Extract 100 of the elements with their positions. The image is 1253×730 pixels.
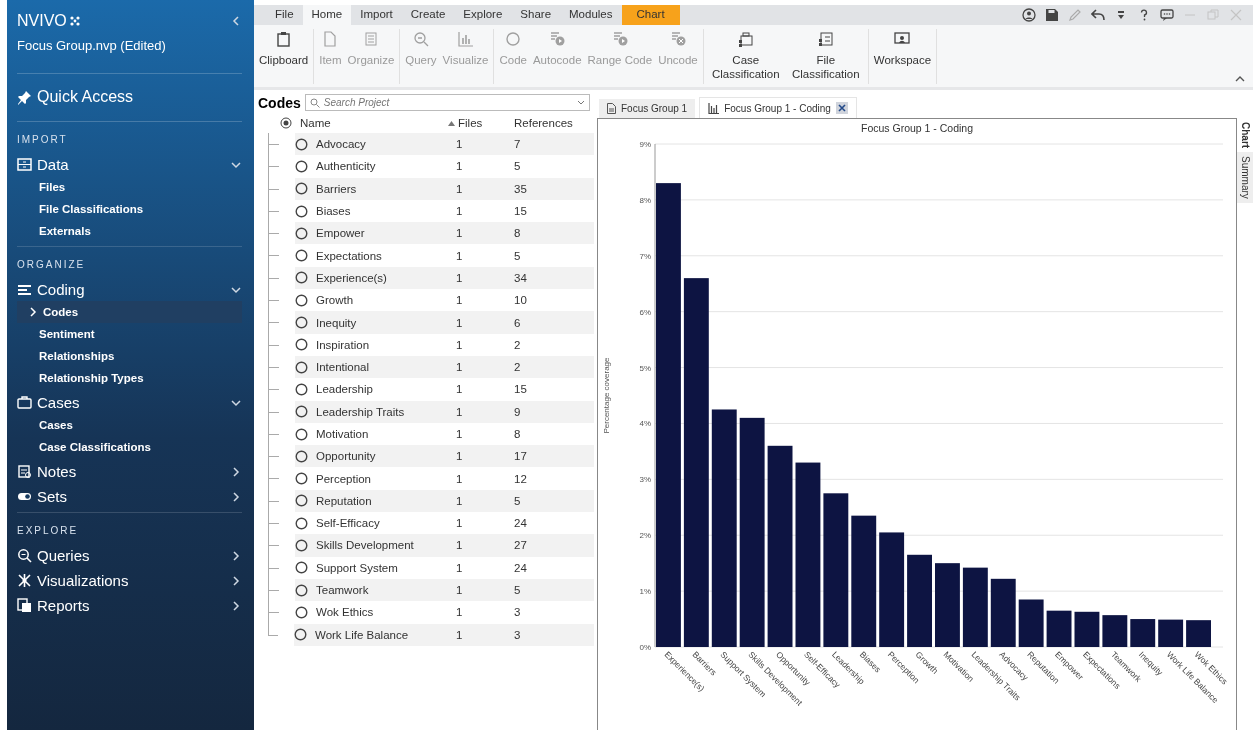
briefcase-icon [17,395,32,410]
table-cell-text: 1 [456,249,464,262]
table-cell-text: 8 [514,428,522,440]
nav-item[interactable]: Files [17,176,242,198]
nav-item[interactable]: Relationships [17,345,242,367]
code-name[interactable]: Authenticity [308,160,456,173]
nav-group[interactable]: Reports [17,592,242,617]
nav-group[interactable]: Visualizations [17,567,242,592]
search-field[interactable]: Search Project [304,94,590,111]
code-name[interactable]: Expectations [308,249,456,262]
code-name[interactable]: Teamwork [308,584,456,597]
nav-group[interactable]: Cases [17,389,242,414]
nav-group[interactable]: Data [17,151,242,176]
network-icon [17,573,32,588]
code-name[interactable]: Inequity [308,316,456,329]
ribbon-tab[interactable]: Share [511,5,561,25]
nav-item[interactable]: Externals [17,220,242,242]
ribbon-tab[interactable]: Chart [621,5,680,25]
code-name[interactable]: Advocacy [308,138,456,151]
document-tab[interactable]: Focus Group 1 [599,99,696,118]
table-cell-text: 5 [514,494,522,507]
nav-group[interactable]: Queries [17,542,242,567]
code-name[interactable]: Work Life Balance [307,628,456,641]
ribbon-tab[interactable]: Create [401,5,455,25]
save-icon[interactable] [1045,8,1059,22]
circle-icon [295,338,308,352]
code-name[interactable]: Skills Development [308,539,456,552]
code-name[interactable]: Experience(s) [308,271,456,284]
ribbon-tab[interactable]: Explore [454,5,512,25]
code-name[interactable]: Leadership Traits [308,405,456,418]
code-name[interactable]: Perception [308,472,456,485]
collapse-icon[interactable] [1235,75,1245,83]
table-cell-text: 1 [456,227,464,240]
table-cell-text: 1 [456,584,464,597]
nav-item[interactable]: File Classifications [17,198,242,220]
code-name[interactable]: Leadership [308,383,456,396]
comment-icon[interactable] [1160,8,1174,22]
table-cell-text: 1 [456,561,464,574]
code-name[interactable]: Reputation [308,494,456,507]
circle-icon [295,316,308,329]
circle-icon [295,472,308,486]
code-name[interactable]: Growth [308,294,456,307]
tick-label: 2% [639,531,651,541]
code-name[interactable]: Barriers [308,182,456,195]
nav-item[interactable]: Case Classifications [17,436,242,458]
code-name[interactable]: Wok Ethics [308,606,456,619]
ribbon-tab[interactable]: Import [351,5,402,25]
circle-icon [295,539,308,552]
bar [1018,599,1044,647]
chevron-right-icon [27,306,39,318]
ribbon-tab[interactable]: File [266,5,303,25]
nav-item[interactable]: Codes [17,301,242,323]
bar-chart-icon [457,31,474,47]
tick-label: 3% [639,475,651,485]
circle-icon [295,605,308,619]
search-icon [412,31,429,47]
table-cell-text: 10 [514,294,528,307]
table-cell-text: 1 [456,628,464,641]
code-name[interactable]: Opportunity [308,450,456,463]
code-name[interactable]: Self-Efficacy [308,517,456,530]
play-icon [611,31,628,47]
code-name[interactable]: Support System [308,561,456,574]
circle-icon [295,583,308,597]
dropdown-icon[interactable] [577,100,585,106]
nav-item[interactable]: Relationship Types [17,367,242,389]
column-header[interactable]: References [514,117,594,129]
ribbon-button[interactable]: Clipboard [256,29,312,84]
table-cell-text: 1 [456,182,464,195]
column-header[interactable]: Files [458,117,483,129]
code-name[interactable]: Empower [308,227,456,240]
ribbon-tab[interactable]: Home [302,5,352,25]
nav-group[interactable]: Coding [17,276,242,301]
chevron-left-icon[interactable] [230,15,242,27]
nav-group[interactable]: Notes [17,458,242,483]
circle-icon [295,137,308,151]
panel-title: Codes [258,94,301,111]
undo-icon[interactable] [1091,8,1105,22]
classification-icon [817,31,834,47]
column-header[interactable]: Name [300,117,331,129]
ribbon-button[interactable]: File Classification [785,29,866,84]
close-icon[interactable] [835,102,848,114]
table-cell-text: 1 [456,428,464,440]
ribbon-button[interactable]: Case Classification [705,29,786,84]
code-name[interactable]: Intentional [308,361,456,374]
code-name[interactable]: Biases [308,205,456,218]
quick-access-item[interactable]: Quick Access [17,74,242,122]
account-icon[interactable] [1022,8,1036,22]
nav-item[interactable]: Sentiment [17,323,242,345]
code-name[interactable]: Inspiration [308,338,456,351]
ribbon-button[interactable]: Workspace [870,29,935,84]
table-cell-text: 34 [514,271,528,284]
code-name[interactable]: Motivation [308,428,456,440]
ribbon-tab[interactable]: Modules [560,5,622,25]
search-icon [309,98,320,108]
side-tab[interactable]: Summary [1237,152,1253,203]
nav-group[interactable]: Sets [17,483,242,508]
table-cell-text: 1 [456,450,464,463]
table-cell-text: 1 [456,472,464,485]
nav-item[interactable]: Cases [17,414,242,436]
document-tab[interactable]: Focus Group 1 - Coding [699,97,857,118]
